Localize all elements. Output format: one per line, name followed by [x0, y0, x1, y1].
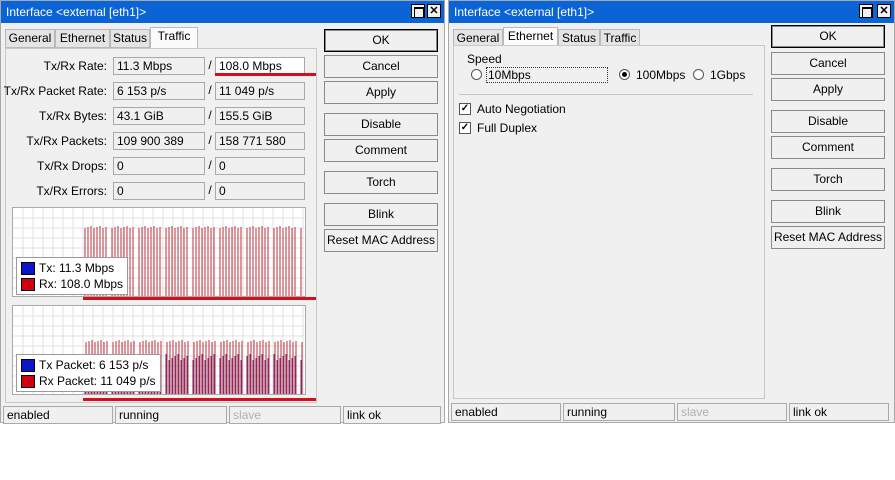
- auto-negotiation-checkbox[interactable]: ✓: [459, 103, 471, 115]
- interface-window-ethernet: Interface <external [eth1]> ✕ General Et…: [448, 0, 895, 423]
- legend-rx-packet-value: 11 049 p/s: [100, 374, 156, 388]
- tx-packet-swatch: [21, 358, 35, 372]
- tab-general[interactable]: General: [5, 29, 55, 48]
- full-duplex-checkbox[interactable]: ✓: [459, 122, 471, 134]
- rx-errors-field: 0: [215, 182, 305, 200]
- rx-packet-swatch: [21, 374, 35, 388]
- packet-chart-legend: Tx Packet: 6 153 p/s Rx Packet: 11 049 p…: [16, 354, 161, 392]
- highlight-underline: [83, 398, 316, 401]
- highlight-underline: [215, 73, 316, 76]
- blink-button[interactable]: Blink: [324, 203, 438, 226]
- reset-mac-button[interactable]: Reset MAC Address: [324, 229, 438, 252]
- close-icon[interactable]: ✕: [877, 4, 891, 18]
- tx-errors-field: 0: [113, 182, 205, 200]
- rx-bytes-field: 155.5 GiB: [215, 107, 305, 125]
- rate-chart: Tx: 11.3 Mbps Rx: 108.0 Mbps: [12, 207, 306, 297]
- separator: /: [208, 58, 212, 72]
- packet-rate-label: Tx/Rx Packet Rate:: [3, 84, 107, 98]
- legend-tx-value: 11.3 Mbps: [59, 261, 115, 275]
- rate-label: Tx/Rx Rate:: [43, 59, 107, 73]
- maximize-icon[interactable]: [859, 4, 873, 18]
- title-bar[interactable]: Interface <external [eth1]> ✕: [449, 1, 894, 23]
- errors-label: Tx/Rx Errors:: [36, 184, 107, 198]
- tx-bytes-field: 43.1 GiB: [113, 107, 205, 125]
- title-bar[interactable]: Interface <external [eth1]> ✕: [1, 1, 444, 23]
- maximize-icon[interactable]: [411, 4, 425, 18]
- status-running: running: [115, 406, 227, 424]
- status-enabled: enabled: [451, 403, 561, 421]
- legend-rx-label: Rx:: [39, 277, 57, 291]
- packet-chart: Tx Packet: 6 153 p/s Rx Packet: 11 049 p…: [12, 305, 306, 395]
- tx-packet-rate-field: 6 153 p/s: [113, 82, 205, 100]
- status-enabled: enabled: [3, 406, 113, 424]
- tab-traffic[interactable]: Traffic: [150, 27, 198, 49]
- apply-button[interactable]: Apply: [324, 81, 438, 104]
- interface-window-traffic: Interface <external [eth1]> ✕ General Et…: [0, 0, 445, 424]
- apply-button[interactable]: Apply: [771, 78, 885, 101]
- status-running: running: [563, 403, 675, 421]
- torch-button[interactable]: Torch: [771, 168, 885, 191]
- reset-mac-button[interactable]: Reset MAC Address: [771, 226, 885, 249]
- separator: /: [208, 83, 212, 97]
- rx-packet-rate-field: 11 049 p/s: [215, 82, 305, 100]
- comment-button[interactable]: Comment: [324, 139, 438, 162]
- status-link: link ok: [789, 403, 889, 421]
- full-duplex-label[interactable]: Full Duplex: [477, 121, 537, 135]
- legend-rx: Rx: 108.0 Mbps: [21, 276, 123, 292]
- rx-packets-field: 158 771 580: [215, 132, 305, 150]
- rx-drops-field: 0: [215, 157, 305, 175]
- separator: /: [208, 183, 212, 197]
- status-slave: slave: [677, 403, 787, 421]
- torch-button[interactable]: Torch: [324, 171, 438, 194]
- tab-bar: General Ethernet Status Traffic: [5, 27, 315, 49]
- radio-1gbps[interactable]: [693, 69, 704, 80]
- legend-rx-value: 108.0 Mbps: [60, 277, 124, 291]
- status-slave: slave: [229, 406, 341, 424]
- rx-swatch: [21, 277, 35, 291]
- ok-button[interactable]: OK: [324, 29, 438, 52]
- comment-button[interactable]: Comment: [771, 136, 885, 159]
- bytes-label: Tx/Rx Bytes:: [38, 109, 107, 123]
- disable-button[interactable]: Disable: [771, 110, 885, 133]
- auto-negotiation-label[interactable]: Auto Negotiation: [477, 102, 566, 116]
- highlight-underline: [83, 297, 316, 300]
- blink-button[interactable]: Blink: [771, 200, 885, 223]
- status-link: link ok: [343, 406, 441, 424]
- radio-100mbps[interactable]: [619, 69, 630, 80]
- radio-10mbps-label[interactable]: 10Mbps: [486, 67, 608, 83]
- rate-chart-legend: Tx: 11.3 Mbps Rx: 108.0 Mbps: [16, 257, 129, 295]
- packets-label: Tx/Rx Packets:: [26, 134, 107, 148]
- tab-status[interactable]: Status: [110, 29, 150, 48]
- separator: /: [208, 133, 212, 147]
- radio-10mbps[interactable]: [471, 69, 482, 80]
- legend-rx-packet: Rx Packet: 11 049 p/s: [21, 373, 156, 389]
- legend-tx-packet-value: 6 153 p/s: [99, 358, 149, 372]
- close-icon[interactable]: ✕: [427, 4, 441, 18]
- window-title: Interface <external [eth1]>: [454, 5, 595, 19]
- legend-tx: Tx: 11.3 Mbps: [21, 260, 123, 276]
- radio-1gbps-label[interactable]: 1Gbps: [710, 68, 745, 82]
- ethernet-panel: [453, 45, 765, 399]
- tx-rate-field: 11.3 Mbps: [113, 57, 205, 75]
- radio-100mbps-label[interactable]: 100Mbps: [636, 68, 685, 82]
- separator: /: [208, 158, 212, 172]
- cancel-button[interactable]: Cancel: [771, 52, 885, 75]
- cancel-button[interactable]: Cancel: [324, 55, 438, 78]
- separator: /: [208, 108, 212, 122]
- legend-tx-label: Tx:: [39, 261, 56, 275]
- disable-button[interactable]: Disable: [324, 113, 438, 136]
- speed-group-title: Speed: [467, 52, 502, 66]
- legend-tx-packet: Tx Packet: 6 153 p/s: [21, 357, 156, 373]
- tx-drops-field: 0: [113, 157, 205, 175]
- legend-rx-packet-label: Rx Packet:: [39, 374, 98, 388]
- legend-tx-packet-label: Tx Packet:: [39, 358, 96, 372]
- window-title: Interface <external [eth1]>: [6, 5, 147, 19]
- ok-button[interactable]: OK: [771, 25, 885, 48]
- tab-ethernet[interactable]: Ethernet: [55, 29, 110, 48]
- tx-swatch: [21, 261, 35, 275]
- drops-label: Tx/Rx Drops:: [36, 159, 107, 173]
- tx-packets-field: 109 900 389: [113, 132, 205, 150]
